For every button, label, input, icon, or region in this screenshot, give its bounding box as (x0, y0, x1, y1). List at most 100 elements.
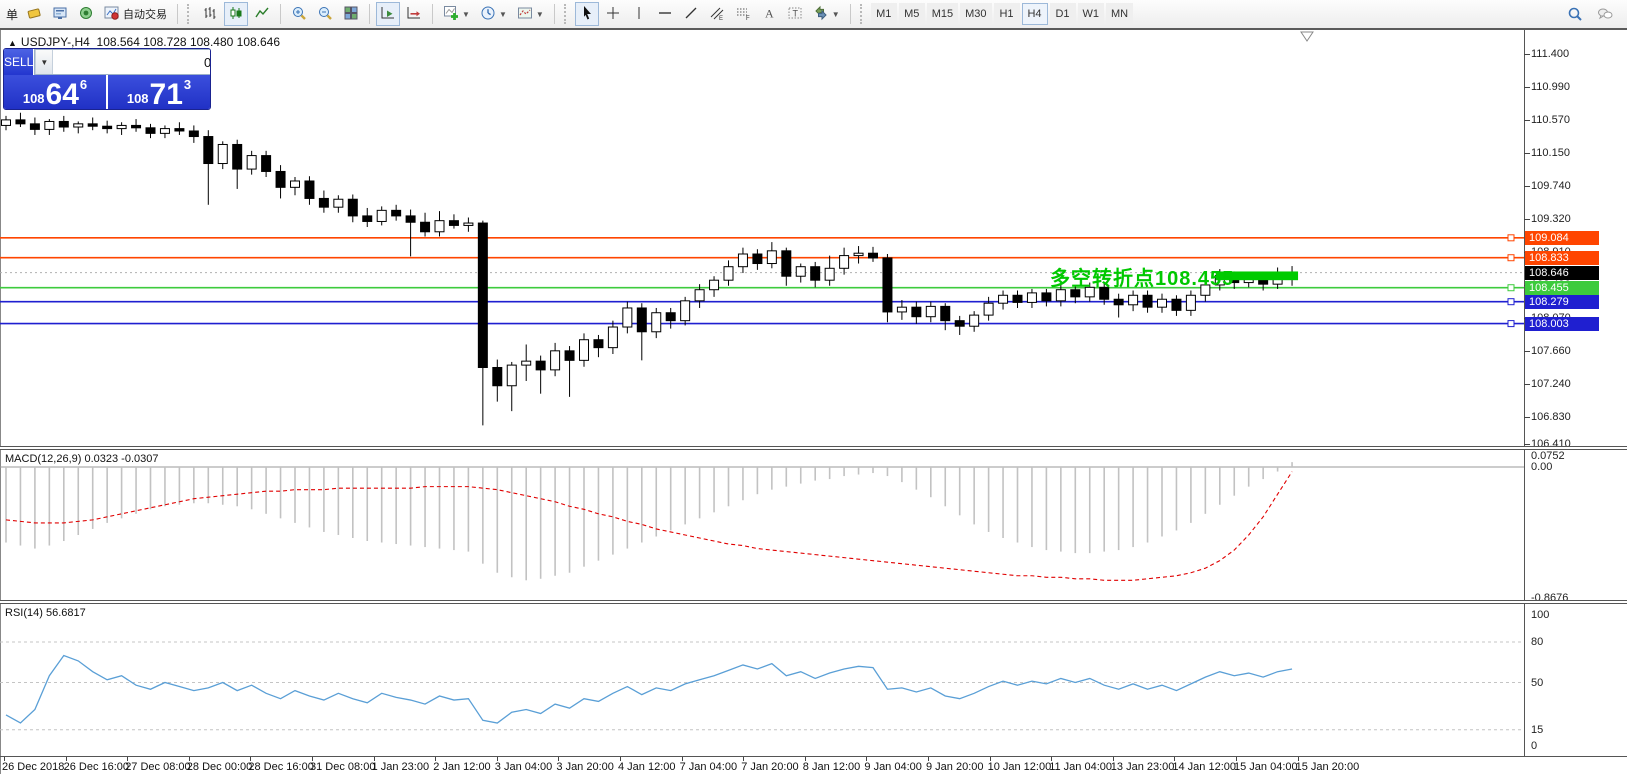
terminal-icon (52, 5, 68, 24)
chat-icon[interactable] (1593, 2, 1617, 26)
chart-canvas[interactable] (0, 0, 1627, 774)
rsi-axis-50: 50 (1531, 677, 1543, 689)
time-label-7: 2 Jan 12:00 (433, 761, 491, 773)
candle-body (1158, 299, 1167, 307)
collapse-marker-icon[interactable]: ▲ (8, 38, 17, 48)
time-label-13: 8 Jan 12:00 (803, 761, 861, 773)
line-handle[interactable] (1508, 321, 1514, 327)
text-icon[interactable]: A (757, 2, 781, 26)
zoom-in-icon[interactable] (287, 2, 311, 26)
candlestick-chart-icon[interactable] (224, 2, 248, 26)
templates-icon[interactable]: ▼ (513, 2, 548, 26)
macd-indicator-label: MACD(12,26,9) 0.0323 -0.0307 (5, 453, 158, 465)
candle-body (767, 251, 776, 264)
terminal-icon[interactable] (48, 2, 72, 26)
indicators-icon[interactable]: ▼ (439, 2, 474, 26)
chart-shift-marker-icon[interactable] (1301, 32, 1313, 41)
timeframe-w1[interactable]: W1 (1078, 3, 1105, 25)
vertical-line-icon[interactable] (627, 2, 651, 26)
time-label-18: 13 Jan 23:00 (1111, 761, 1175, 773)
fibonacci-icon[interactable]: F (731, 2, 755, 26)
horizontal-line-icon[interactable] (653, 2, 677, 26)
chart-shift-icon[interactable] (402, 2, 426, 26)
candle-body (30, 124, 39, 130)
timeframe-m5[interactable]: M5 (899, 3, 925, 25)
candle-body (334, 199, 343, 207)
timeframe-m30[interactable]: M30 (960, 3, 991, 25)
toolbar-grip[interactable] (564, 4, 570, 24)
line-handle[interactable] (1508, 255, 1514, 261)
candle-body (840, 256, 849, 269)
line-handle[interactable] (1508, 285, 1514, 291)
timeframe-m15[interactable]: M15 (927, 3, 958, 25)
price-tick-mark (1524, 87, 1530, 88)
candle-body (74, 124, 83, 127)
crosshair-icon[interactable] (601, 2, 625, 26)
search-icon[interactable] (1563, 2, 1587, 26)
arrows-icon[interactable]: ▼ (809, 2, 844, 26)
news-icon[interactable] (74, 2, 98, 26)
zoom-in-icon (291, 5, 307, 24)
new-order-label[interactable]: 单 (4, 6, 20, 23)
candle-body (811, 267, 820, 280)
macd-axis-0.0752: 0.0752 (1531, 450, 1565, 462)
toolbar-grip[interactable] (187, 4, 193, 24)
new-order-icon[interactable] (22, 2, 46, 26)
timeframe-h1[interactable]: H1 (994, 3, 1020, 25)
lot-size-input[interactable] (53, 50, 211, 74)
sell-button[interactable]: SELL (4, 49, 33, 75)
dropdown-caret-icon[interactable]: ▼ (536, 10, 544, 19)
lot-size-stepper: ▼ ▲ (34, 49, 211, 75)
zoom-out-icon[interactable] (313, 2, 337, 26)
dropdown-caret-icon[interactable]: ▼ (499, 10, 507, 19)
candle-body (88, 124, 97, 126)
lot-decrease-button[interactable]: ▼ (35, 50, 53, 74)
svg-text:F: F (746, 16, 750, 21)
candle-body (16, 120, 25, 124)
buy-price-button[interactable]: 108 71 3 (108, 75, 210, 110)
equidistant-channel-icon[interactable]: E (705, 2, 729, 26)
timeframe-m1[interactable]: M1 (871, 3, 897, 25)
price-line-label-108.003[interactable]: 108.003 (1525, 317, 1599, 331)
arrows-icon (813, 5, 829, 24)
tile-windows-icon[interactable] (339, 2, 363, 26)
buy-price-sup: 3 (184, 77, 191, 92)
tile-windows-icon (343, 5, 359, 24)
price-line-label-108.455[interactable]: 108.455 (1525, 281, 1599, 295)
macd-pane-divider[interactable] (0, 446, 1627, 450)
candle-body (681, 301, 690, 321)
price-line-label-109.084[interactable]: 109.084 (1525, 231, 1599, 245)
autotrading-button[interactable]: 自动交易 (100, 2, 171, 26)
trend-annotation-text[interactable]: 多空转折点108.455 (1050, 262, 1234, 291)
price-line-label-108.833[interactable]: 108.833 (1525, 251, 1599, 265)
sell-price-button[interactable]: 108 64 6 (4, 75, 106, 110)
current-price-label[interactable]: 108.646 (1525, 266, 1599, 280)
price-tick-mark (1524, 219, 1530, 220)
candle-body (551, 351, 560, 370)
time-label-21: 15 Jan 20:00 (1296, 761, 1360, 773)
dropdown-caret-icon[interactable]: ▼ (462, 10, 470, 19)
timeframe-d1[interactable]: D1 (1050, 3, 1076, 25)
auto-scroll-icon[interactable] (376, 2, 400, 26)
candle-body (565, 351, 574, 361)
price-tick-109.320: 109.320 (1531, 213, 1571, 225)
line-chart-icon[interactable] (250, 2, 274, 26)
line-handle[interactable] (1508, 299, 1514, 305)
line-chart-icon (254, 5, 270, 24)
bar-chart-icon[interactable] (198, 2, 222, 26)
candle-body (449, 221, 458, 226)
line-handle[interactable] (1508, 235, 1514, 241)
periods-icon[interactable]: ▼ (476, 2, 511, 26)
cursor-icon[interactable] (575, 2, 599, 26)
candle-body (1143, 295, 1152, 307)
price-line-label-108.279[interactable]: 108.279 (1525, 295, 1599, 309)
toolbar-grip[interactable] (860, 4, 866, 24)
timeframe-h4[interactable]: H4 (1022, 3, 1048, 25)
timeframe-mn[interactable]: MN (1106, 3, 1133, 25)
time-label-16: 10 Jan 12:00 (988, 761, 1052, 773)
text-label-icon[interactable]: T (783, 2, 807, 26)
templates-icon (517, 5, 533, 24)
trendline-icon[interactable] (679, 2, 703, 26)
dropdown-caret-icon[interactable]: ▼ (832, 10, 840, 19)
rsi-pane-divider[interactable] (0, 600, 1627, 604)
